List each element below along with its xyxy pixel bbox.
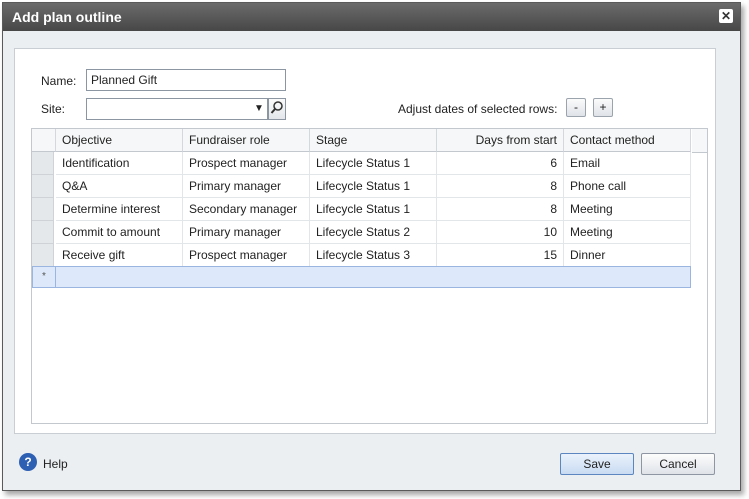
help-link[interactable]: Help: [43, 457, 68, 471]
new-row[interactable]: *: [32, 266, 691, 288]
contact-method-cell[interactable]: Meeting: [564, 198, 691, 221]
search-icon: [270, 101, 283, 114]
stage-cell[interactable]: Lifecycle Status 1: [310, 152, 437, 175]
days-from-start-cell[interactable]: 6: [437, 152, 564, 175]
column-header-days-from-start[interactable]: Days from start: [437, 129, 564, 152]
chevron-down-icon[interactable]: ▼: [252, 99, 266, 119]
row-selector[interactable]: [32, 152, 54, 175]
fundraiser-role-cell[interactable]: Primary manager: [183, 175, 310, 198]
cancel-button[interactable]: Cancel: [641, 453, 715, 475]
row-selector[interactable]: [32, 244, 54, 267]
row-header-corner: [32, 129, 56, 152]
adjust-dates-label: Adjust dates of selected rows:: [398, 102, 558, 116]
name-label: Name:: [41, 74, 77, 88]
title-bar: Add plan outline ✕: [3, 3, 740, 31]
increase-days-button[interactable]: +: [593, 98, 613, 117]
help-icon[interactable]: ?: [19, 453, 37, 471]
name-field[interactable]: Planned Gift: [86, 69, 286, 91]
scrollbar-header: [692, 129, 707, 153]
column-header-fundraiser-role[interactable]: Fundraiser role: [183, 129, 310, 152]
stage-cell[interactable]: Lifecycle Status 1: [310, 175, 437, 198]
contact-method-cell[interactable]: Meeting: [564, 221, 691, 244]
table-row[interactable]: Q&A Primary manager Lifecycle Status 1 8…: [32, 175, 691, 198]
row-selector[interactable]: [32, 175, 54, 198]
days-from-start-cell[interactable]: 8: [437, 198, 564, 221]
column-header-objective[interactable]: Objective: [56, 129, 183, 152]
days-from-start-cell[interactable]: 15: [437, 244, 564, 267]
row-selector[interactable]: [32, 221, 54, 244]
fundraiser-role-cell[interactable]: Prospect manager: [183, 244, 310, 267]
column-header-contact-method[interactable]: Contact method: [564, 129, 691, 152]
days-from-start-cell[interactable]: 10: [437, 221, 564, 244]
fundraiser-role-cell[interactable]: Prospect manager: [183, 152, 310, 175]
objective-cell[interactable]: Determine interest: [56, 198, 183, 221]
save-button[interactable]: Save: [560, 453, 634, 475]
days-from-start-cell[interactable]: 8: [437, 175, 564, 198]
column-header-stage[interactable]: Stage: [310, 129, 437, 152]
content-panel: Name: Planned Gift Site: ▼ Adjust dates …: [14, 48, 716, 434]
row-selector[interactable]: [32, 198, 54, 221]
close-icon[interactable]: ✕: [719, 9, 733, 23]
contact-method-cell[interactable]: Dinner: [564, 244, 691, 267]
objective-cell[interactable]: Receive gift: [56, 244, 183, 267]
dialog-title: Add plan outline: [12, 9, 122, 25]
table-row[interactable]: Receive gift Prospect manager Lifecycle …: [32, 244, 691, 267]
new-row-marker: *: [33, 267, 56, 287]
add-plan-outline-dialog: Add plan outline ✕ Name: Planned Gift Si…: [2, 2, 741, 491]
stage-cell[interactable]: Lifecycle Status 1: [310, 198, 437, 221]
stage-cell[interactable]: Lifecycle Status 2: [310, 221, 437, 244]
fundraiser-role-cell[interactable]: Primary manager: [183, 221, 310, 244]
site-label: Site:: [41, 102, 66, 116]
search-button[interactable]: [268, 98, 286, 120]
decrease-days-button[interactable]: -: [566, 98, 586, 117]
objective-cell[interactable]: Identification: [56, 152, 183, 175]
contact-method-cell[interactable]: Email: [564, 152, 691, 175]
table-row[interactable]: Commit to amount Primary manager Lifecyc…: [32, 221, 691, 244]
plan-steps-grid: Objective Fundraiser role Stage Days fro…: [31, 128, 708, 424]
table-row[interactable]: Identification Prospect manager Lifecycl…: [32, 152, 691, 175]
objective-cell[interactable]: Q&A: [56, 175, 183, 198]
table-row[interactable]: Determine interest Secondary manager Lif…: [32, 198, 691, 221]
contact-method-cell[interactable]: Phone call: [564, 175, 691, 198]
stage-cell[interactable]: Lifecycle Status 3: [310, 244, 437, 267]
site-field[interactable]: [86, 98, 268, 120]
fundraiser-role-cell[interactable]: Secondary manager: [183, 198, 310, 221]
objective-cell[interactable]: Commit to amount: [56, 221, 183, 244]
